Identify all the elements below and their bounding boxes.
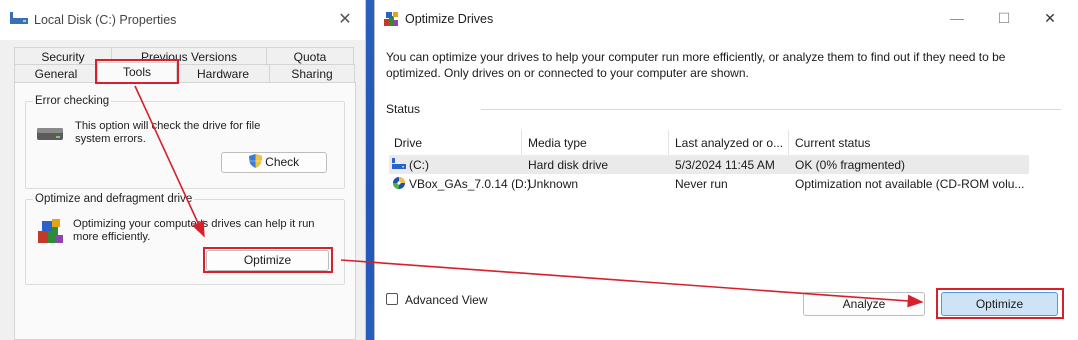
drive-icon [10, 12, 28, 24]
close-icon[interactable]: ✕ [1039, 10, 1061, 27]
table-row[interactable]: (C:) Hard disk drive 5/3/2024 11:45 AM O… [389, 155, 1029, 174]
uac-shield-icon [248, 154, 262, 168]
defrag-icon [384, 12, 398, 26]
hard-drive-icon [392, 158, 406, 169]
status-label: Status [386, 102, 421, 116]
optimize-titlebar: Optimize Drives — ☐ ✕ [375, 0, 1078, 40]
properties-titlebar: Local Disk (C:) Properties ✕ [0, 0, 365, 40]
drive-name: VBox_GAs_7.0.14 (D:) [409, 177, 532, 191]
check-button-label: Check [265, 155, 300, 169]
advanced-view-checkbox[interactable] [386, 293, 398, 305]
minimize-icon[interactable]: — [946, 10, 968, 26]
tab-sharing[interactable]: Sharing [269, 64, 355, 82]
optimize-group-text: Optimizing your computer's drives can he… [73, 218, 315, 243]
optimize-title: Optimize Drives [405, 12, 494, 26]
analyze-button[interactable]: Analyze [803, 292, 925, 316]
column-last-analyzed[interactable]: Last analyzed or o... [675, 136, 783, 150]
column-divider[interactable] [668, 130, 669, 155]
drive-media-type: Unknown [528, 177, 579, 191]
optimize-group-label: Optimize and defragment drive [33, 193, 195, 205]
optimize-description: You can optimize your drives to help you… [386, 50, 1006, 80]
drive-media-type: Hard disk drive [528, 158, 609, 172]
defrag-icon [38, 219, 63, 243]
column-divider[interactable] [521, 130, 522, 155]
check-button[interactable]: Check [221, 152, 327, 173]
advanced-view-label[interactable]: Advanced View [405, 293, 488, 307]
column-drive[interactable]: Drive [394, 136, 422, 150]
column-divider[interactable] [788, 130, 789, 155]
drive-last-analyzed: 5/3/2024 11:45 AM [675, 158, 775, 172]
drive-name: (C:) [409, 158, 429, 172]
cd-drive-icon [393, 177, 405, 189]
properties-window: Local Disk (C:) Properties ✕ Security Pr… [0, 0, 366, 340]
drive-status: Optimization not available (CD-ROM volu.… [795, 177, 1025, 191]
tab-general[interactable]: General [14, 64, 98, 82]
optimize-properties-button[interactable]: Optimize [206, 250, 329, 271]
tab-tools[interactable]: Tools [97, 62, 177, 82]
tab-hardware[interactable]: Hardware [176, 64, 270, 82]
optimize-drives-button[interactable]: Optimize [941, 292, 1058, 316]
error-checking-text: This option will check the drive for fil… [75, 120, 261, 145]
properties-title: Local Disk (C:) Properties [34, 13, 177, 27]
status-separator [481, 109, 1061, 110]
table-row[interactable]: VBox_GAs_7.0.14 (D:) Unknown Never run O… [389, 174, 1029, 193]
maximize-icon[interactable]: ☐ [993, 10, 1015, 27]
optimize-drives-window: Optimize Drives — ☐ ✕ You can optimize y… [374, 0, 1078, 340]
drive-last-analyzed: Never run [675, 177, 728, 191]
hard-drive-icon [37, 128, 63, 140]
column-media-type[interactable]: Media type [528, 136, 587, 150]
column-current-status[interactable]: Current status [795, 136, 870, 150]
tab-quota[interactable]: Quota [266, 47, 354, 65]
drive-status: OK (0% fragmented) [795, 158, 906, 172]
error-checking-label: Error checking [33, 95, 112, 107]
close-icon[interactable]: ✕ [335, 9, 355, 29]
